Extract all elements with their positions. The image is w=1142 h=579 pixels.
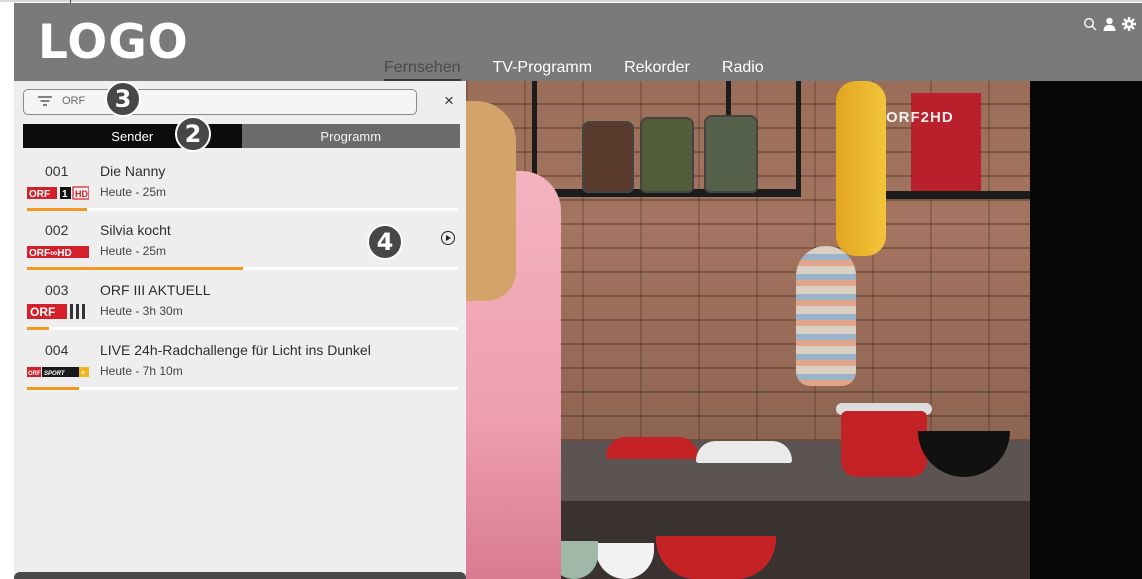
- channel-number: 004: [45, 342, 69, 358]
- app-window: LOGO Fernsehen TV-Programm Rekorder Radi…: [0, 0, 1142, 579]
- letterbox-right: [1030, 81, 1142, 579]
- svg-text:ORF: ORF: [30, 305, 55, 319]
- main-nav: Fernsehen TV-Programm Rekorder Radio: [384, 57, 796, 81]
- progress-bar: [27, 327, 49, 330]
- red-lid: [606, 437, 698, 459]
- orf-sport-logo: ORF SPORT +: [27, 367, 89, 377]
- program-title: Silvia kocht: [100, 222, 171, 238]
- channel-panel: × Sender Programm 3 2 001 Die Nanny Heut…: [14, 81, 466, 579]
- progress-track: [27, 267, 458, 270]
- logo[interactable]: LOGO: [38, 15, 189, 70]
- channel-row[interactable]: 001 Die Nanny Heute - 25m ORF 1 HD: [14, 160, 466, 218]
- progress-bar: [27, 208, 88, 211]
- callout-badge-3: 3: [105, 81, 141, 117]
- close-icon[interactable]: ×: [444, 91, 454, 111]
- panel-bottom-handle[interactable]: [14, 572, 466, 579]
- nav-radio[interactable]: Radio: [722, 57, 764, 81]
- header-icons: [1083, 17, 1136, 31]
- channel-number: 001: [45, 163, 69, 179]
- program-time: Heute - 3h 30m: [100, 304, 183, 318]
- program-title: LIVE 24h-Radchallenge für Licht ins Dunk…: [100, 342, 371, 358]
- program-time: Heute - 25m: [100, 185, 167, 199]
- orf2-logo: ORF∞HD: [27, 246, 89, 259]
- progress-bar: [27, 267, 243, 270]
- callout-badge-4: 4: [367, 224, 403, 260]
- vase: [796, 246, 856, 386]
- top-header: LOGO Fernsehen TV-Programm Rekorder Radi…: [14, 3, 1142, 81]
- panel-tabs: Sender Programm: [23, 124, 460, 148]
- search-box[interactable]: [23, 89, 417, 115]
- channel-row[interactable]: 003 ORF III AKTUELL Heute - 3h 30m ORF: [14, 279, 466, 337]
- tab-programm[interactable]: Programm: [241, 124, 460, 148]
- program-time: Heute - 25m: [100, 244, 167, 258]
- video-player[interactable]: ORF2HD: [466, 81, 1030, 579]
- filter-icon[interactable]: [38, 96, 52, 106]
- book: [911, 93, 981, 191]
- jar: [704, 115, 758, 193]
- jar: [582, 121, 634, 193]
- nav-tv-programm[interactable]: TV-Programm: [493, 57, 593, 81]
- search-icon[interactable]: [1083, 17, 1097, 31]
- red-pot: [841, 411, 927, 477]
- channel-watermark: ORF2HD: [886, 109, 954, 126]
- svg-text:ORF∞HD: ORF∞HD: [29, 248, 72, 259]
- user-icon[interactable]: [1103, 17, 1116, 31]
- gear-icon[interactable]: [1122, 17, 1136, 31]
- presenter-hair: [466, 101, 516, 301]
- svg-text:SPORT: SPORT: [44, 371, 66, 377]
- progress-track: [27, 208, 458, 211]
- progress-track: [27, 387, 458, 390]
- channel-row[interactable]: 002 Silvia kocht Heute - 25m ORF∞HD 4: [14, 219, 466, 277]
- play-icon[interactable]: [441, 231, 455, 245]
- jar: [640, 117, 694, 193]
- orf3-logo: ORF: [27, 304, 85, 319]
- channel-number: 003: [45, 282, 69, 298]
- svg-text:ORF: ORF: [28, 371, 41, 377]
- program-title: Die Nanny: [100, 163, 166, 179]
- channel-row[interactable]: 004 LIVE 24h-Radchallenge für Licht ins …: [14, 339, 466, 397]
- progress-track: [27, 327, 458, 330]
- top-border: [0, 0, 1142, 2]
- nav-fernsehen[interactable]: Fernsehen: [384, 57, 461, 81]
- shelf-rail: [796, 81, 801, 197]
- white-lid: [696, 441, 792, 463]
- program-time: Heute - 7h 10m: [100, 364, 183, 378]
- left-margin: [0, 2, 15, 579]
- program-title: ORF III AKTUELL: [100, 282, 211, 298]
- svg-text:+: +: [81, 370, 85, 377]
- channel-number: 002: [45, 222, 69, 238]
- nav-rekorder[interactable]: Rekorder: [624, 57, 690, 81]
- svg-text:1: 1: [62, 189, 68, 200]
- svg-text:ORF: ORF: [29, 189, 50, 200]
- bananas: [836, 81, 886, 256]
- progress-bar: [27, 387, 79, 390]
- orf1-logo: ORF 1 HD: [27, 186, 89, 200]
- callout-badge-2: 2: [175, 116, 211, 152]
- svg-text:HD: HD: [75, 189, 88, 199]
